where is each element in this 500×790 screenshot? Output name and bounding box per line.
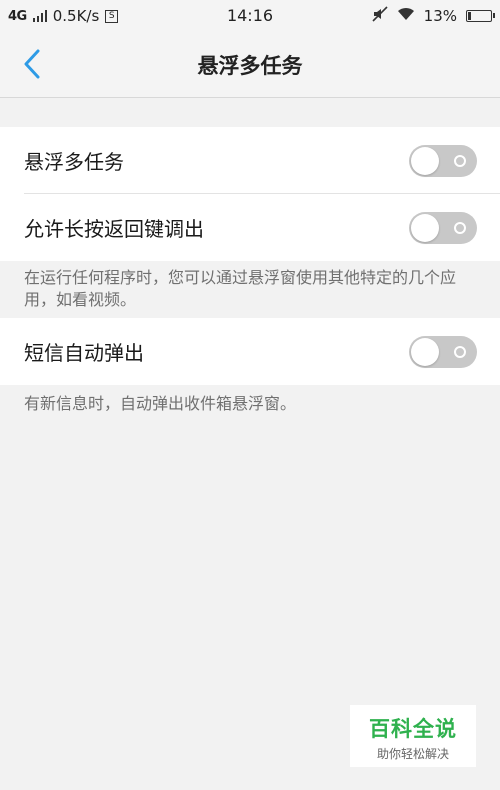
- long-press-hint: 在运行任何程序时，您可以通过悬浮窗使用其他特定的几个应用，如看视频。: [24, 268, 457, 309]
- watermark-main: 百科全说: [369, 717, 457, 741]
- setting-row-floating-multitask: 悬浮多任务: [0, 127, 500, 194]
- toggle-off-indicator-icon: [454, 221, 466, 234]
- watermark-sub: 助你轻松解决: [376, 747, 449, 761]
- setting-label-floating-multitask: 悬浮多任务: [24, 150, 124, 174]
- status-right: 13%: [372, 6, 495, 26]
- long-press-back-toggle[interactable]: [409, 211, 477, 244]
- toggle-knob: [411, 146, 439, 175]
- battery-icon: [466, 10, 495, 22]
- mute-icon: [372, 6, 388, 26]
- toggle-knob: [411, 337, 439, 366]
- toggle-off-indicator-icon: [454, 154, 466, 167]
- settings-group-sms: 短信自动弹出: [0, 318, 500, 385]
- page-title: 悬浮多任务: [197, 54, 303, 78]
- sms-hint: 有新信息时，自动弹出收件箱悬浮窗。: [24, 394, 297, 413]
- status-bar: 4G 0.5K/s S 14:16 13%: [0, 0, 500, 32]
- watermark: 百科全说 助你轻松解决: [350, 705, 476, 767]
- setting-label-long-press-back: 允许长按返回键调出: [24, 217, 204, 241]
- battery-percent: 13%: [423, 7, 457, 25]
- toggle-knob: [411, 213, 439, 242]
- setting-row-long-press-back: 允许长按返回键调出: [0, 194, 500, 261]
- setting-row-sms-popup: 短信自动弹出: [0, 318, 500, 385]
- floating-multitask-toggle[interactable]: [409, 144, 477, 177]
- sms-popup-toggle[interactable]: [409, 335, 477, 368]
- settings-group-main: 悬浮多任务 允许长按返回键调出: [0, 127, 500, 261]
- nav-bar: 悬浮多任务: [0, 32, 500, 98]
- toggle-off-indicator-icon: [454, 345, 466, 358]
- wifi-icon: [397, 7, 415, 25]
- setting-label-sms-popup: 短信自动弹出: [24, 341, 144, 365]
